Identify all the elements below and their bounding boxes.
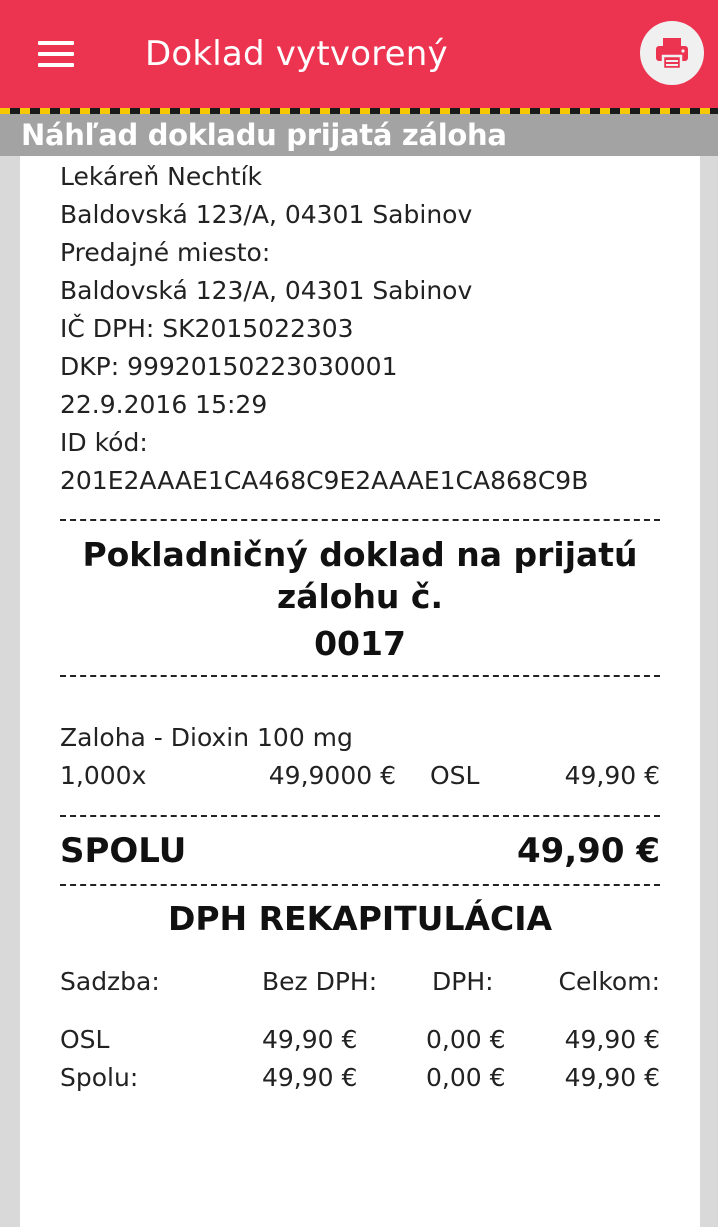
vat-net: 49,90 € <box>262 1025 358 1054</box>
id-code-value: 201E2AAAE1CA468C9E2AAAE1CA868C9B <box>60 466 589 495</box>
divider <box>60 815 660 817</box>
divider <box>60 519 660 521</box>
store-info: Lekáreň Nechtík Baldovská 123/A, 04301 S… <box>60 156 660 500</box>
receipt-paper: Lekáreň Nechtík Baldovská 123/A, 04301 S… <box>20 156 700 1227</box>
item-vat-code: OSL <box>430 761 480 790</box>
vat-row: Spolu: 49,90 € 0,00 € 49,90 € <box>60 1059 660 1097</box>
item-detail-row: 1,000x 49,9000 € OSL 49,90 € <box>60 757 660 795</box>
preview-header: Náhľad dokladu prijatá záloha <box>0 114 718 156</box>
vat-amount: 0,00 € <box>426 1025 506 1054</box>
vat-header-row: Sadzba: Bez DPH: DPH: Celkom: <box>60 963 660 1001</box>
vat-header-total: Celkom: <box>558 967 660 996</box>
store-address: Baldovská 123/A, 04301 Sabinov <box>60 200 473 229</box>
divider <box>60 884 660 886</box>
printer-icon[interactable] <box>640 21 704 85</box>
document-title-line2: zálohu č. <box>276 577 444 616</box>
item-quantity: 1,000x <box>60 761 147 790</box>
document-number: 0017 <box>314 624 406 663</box>
item-name: Zaloha - Dioxin 100 mg <box>60 723 353 752</box>
hamburger-menu-icon[interactable] <box>34 34 80 74</box>
total-row: SPOLU 49,90 € <box>60 828 660 874</box>
vat-net: 49,90 € <box>262 1063 358 1092</box>
item-name-row: Zaloha - Dioxin 100 mg <box>60 719 660 757</box>
total-value: 49,90 € <box>516 831 660 871</box>
total-label: SPOLU <box>60 831 187 871</box>
item-unit-price: 49,9000 € <box>268 761 396 790</box>
app-bar: Doklad vytvorený <box>0 0 718 108</box>
vat-header-rate: Sadzba: <box>60 967 160 996</box>
store-name: Lekáreň Nechtík <box>60 162 263 191</box>
preview-header-label: Náhľad dokladu prijatá záloha <box>21 118 507 152</box>
receipt-datetime: 22.9.2016 15:29 <box>60 390 268 419</box>
document-title-line1: Pokladničný doklad na prijatú <box>82 535 638 574</box>
divider <box>60 675 660 677</box>
dkp-number: DKP: 99920150223030001 <box>60 352 398 381</box>
vat-header-net: Bez DPH: <box>262 967 378 996</box>
vat-row: OSL 49,90 € 0,00 € 49,90 € <box>60 1021 660 1059</box>
item-total: 49,90 € <box>564 761 660 790</box>
id-code-label: ID kód: <box>60 428 148 457</box>
sale-point-address: Baldovská 123/A, 04301 Sabinov <box>60 276 473 305</box>
vat-id: IČ DPH: SK2015022303 <box>60 314 354 343</box>
vat-total: 49,90 € <box>564 1063 660 1092</box>
sale-point-label: Predajné miesto: <box>60 238 271 267</box>
vat-header-vat: DPH: <box>432 967 494 996</box>
vat-rate: Spolu: <box>60 1063 139 1092</box>
vat-summary-title: DPH REKAPITULÁCIA <box>167 899 553 938</box>
vat-total: 49,90 € <box>564 1025 660 1054</box>
vat-amount: 0,00 € <box>426 1063 506 1092</box>
vat-rate: OSL <box>60 1025 110 1054</box>
page-title: Doklad vytvorený <box>145 34 448 74</box>
